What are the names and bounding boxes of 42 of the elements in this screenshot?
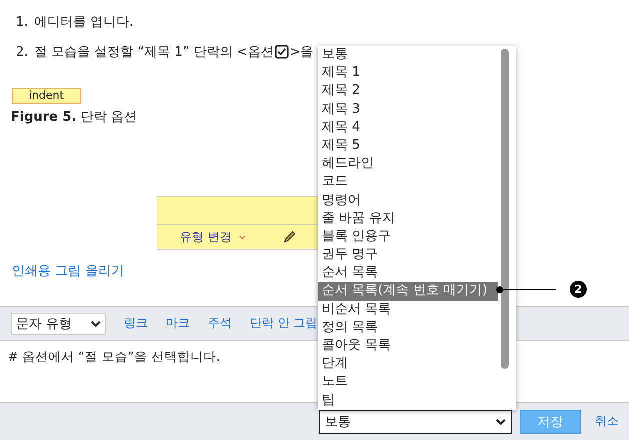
- paragraph-style-select[interactable]: 보통: [319, 410, 512, 434]
- dropdown-option[interactable]: 명령어: [318, 192, 498, 210]
- dropdown-option[interactable]: 단계: [318, 355, 498, 374]
- scrollbar-thumb[interactable]: [501, 49, 509, 369]
- text-style-select[interactable]: 문자 유형: [11, 312, 106, 334]
- chevron-icon: [496, 416, 506, 426]
- toolbar-link[interactable]: 주석: [208, 315, 232, 332]
- dropdown-option[interactable]: 블록 인용구: [318, 228, 498, 246]
- toolbar-link[interactable]: 마크: [166, 315, 190, 332]
- step-number: 1.: [16, 14, 28, 30]
- dropdown-option[interactable]: 비순서 목록: [318, 300, 498, 319]
- dropdown-option[interactable]: 순서 목록: [318, 264, 498, 282]
- callout-badge: 2: [570, 281, 587, 298]
- dropdown-option[interactable]: 줄 바꿈 유지: [318, 210, 498, 228]
- toolbar-link[interactable]: 링크: [124, 315, 148, 332]
- dropdown-option[interactable]: 헤드라인: [318, 155, 498, 174]
- chevron-icon: [91, 318, 101, 328]
- dropdown-option[interactable]: 제목 4: [318, 118, 498, 137]
- dropdown-option[interactable]: 노트: [318, 373, 498, 392]
- upload-image-link[interactable]: 인쇄용 그림 올리기: [12, 264, 124, 279]
- figure-caption: Figure 5. 단락 옵션: [11, 109, 137, 126]
- dropdown-option[interactable]: 제목 1: [318, 64, 498, 82]
- dropdown-option[interactable]: 권두 명구: [318, 246, 498, 264]
- change-type-button[interactable]: 유형 변경: [157, 228, 247, 246]
- cancel-link[interactable]: 취소: [595, 413, 619, 430]
- pencil-icon[interactable]: [282, 230, 297, 244]
- dropdown-option[interactable]: 정의 목록: [318, 318, 498, 337]
- step-text: 절 모습을 설정할 “제목 1” 단락의 <옵션: [34, 44, 274, 61]
- dropdown-option[interactable]: 제목 2: [318, 82, 498, 101]
- dropdown-option[interactable]: 순서 목록(계속 번호 매기기): [318, 282, 498, 301]
- dropdown-option[interactable]: 보통: [318, 46, 498, 64]
- dropdown-option[interactable]: 코드: [318, 173, 498, 192]
- toolbar-link[interactable]: 단락 안 그림: [250, 315, 318, 332]
- step-text: >을: [290, 44, 314, 61]
- dropdown-option[interactable]: 제목 5: [318, 136, 498, 156]
- step-number: 2.: [16, 44, 28, 60]
- step-text: 에디터를 엽니다.: [34, 14, 134, 31]
- editor-text: # 옵션에서 “절 모습”을 선택합니다.: [8, 349, 220, 364]
- indent-tag: indent: [12, 88, 82, 104]
- checkbox-icon: [274, 45, 289, 59]
- leader-line: [496, 286, 556, 294]
- dropdown-option[interactable]: 제목 3: [318, 100, 498, 119]
